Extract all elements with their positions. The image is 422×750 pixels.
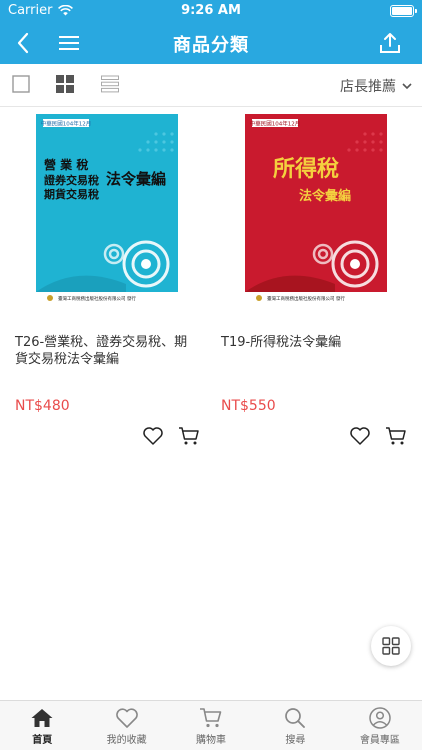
cart-icon	[179, 427, 199, 445]
nav-bar: 商品分類	[0, 22, 422, 64]
product-price: NT$550	[221, 398, 276, 414]
product-name[interactable]: T19-所得稅法令彙編	[221, 334, 406, 351]
tab-label: 搜尋	[285, 735, 306, 746]
cover-side-title: 法令彙編	[299, 188, 351, 204]
heart-icon	[115, 708, 138, 728]
battery-icon	[390, 5, 417, 17]
book-cover-image: 中華民國104年12月 營 業 稅 證券交易稅 期貨交易稅 法令彙編 臺灣工商稅…	[36, 114, 178, 304]
bottom-tab-bar: 首頁 我的收藏 購物車 搜尋 會員專區	[0, 700, 422, 750]
cover-line-2: 證券交易稅	[44, 173, 99, 187]
product-price: NT$480	[15, 398, 70, 414]
cart-icon	[200, 708, 222, 728]
tab-label: 會員專區	[359, 735, 400, 746]
product-name[interactable]: T26-營業稅、證券交易稅、期貨交易稅法令彙編	[15, 334, 200, 368]
add-to-cart-button[interactable]	[178, 426, 202, 450]
list-view-button[interactable]	[101, 75, 121, 95]
tab-label: 我的收藏	[106, 735, 147, 746]
chevron-down-icon	[402, 83, 412, 90]
sort-dropdown[interactable]: 店長推薦	[340, 76, 412, 96]
cover-date-tag: 中華民國104年12月	[41, 120, 92, 128]
tab-home[interactable]: 首頁	[0, 701, 84, 750]
home-icon	[31, 709, 53, 727]
tab-favorites[interactable]: 我的收藏	[84, 701, 168, 750]
cover-line-3: 期貨交易稅	[44, 187, 99, 201]
sort-label: 店長推薦	[340, 79, 396, 95]
view-toolbar: 店長推薦	[0, 64, 422, 107]
category-grid-button[interactable]	[371, 626, 411, 666]
cover-line-1: 所得稅	[273, 156, 339, 182]
select-checkbox[interactable]	[12, 75, 32, 95]
search-icon	[285, 708, 306, 728]
cart-icon	[386, 427, 406, 445]
list-view-icon	[101, 75, 119, 93]
share-icon	[380, 33, 400, 53]
grid-menu-icon	[382, 637, 400, 655]
tab-cart[interactable]: 購物車	[169, 701, 253, 750]
tab-label: 首頁	[32, 735, 53, 746]
favorite-button[interactable]	[142, 426, 166, 450]
product-cover[interactable]: 中華民國104年12月 所得稅 法令彙編 臺灣工商稅務出版社股份有限公司 發行	[245, 114, 387, 304]
cover-publisher: 臺灣工商稅務出版社股份有限公司 發行	[58, 295, 136, 302]
cover-line-1: 營 業 稅	[44, 157, 88, 172]
add-to-cart-button[interactable]	[385, 426, 409, 450]
status-bar: Carrier 9:26 AM	[0, 0, 422, 22]
grid-view-icon	[56, 75, 74, 93]
heart-icon	[143, 427, 163, 445]
cover-date-tag: 中華民國104年12月	[250, 120, 301, 128]
status-time: 9:26 AM	[181, 3, 241, 18]
cover-side-title: 法令彙編	[106, 170, 166, 188]
cover-publisher: 臺灣工商稅務出版社股份有限公司 發行	[267, 295, 345, 302]
favorite-button[interactable]	[349, 426, 373, 450]
share-button[interactable]	[375, 28, 405, 58]
page-title: 商品分類	[173, 35, 249, 56]
tab-member[interactable]: 會員專區	[338, 701, 422, 750]
user-icon	[369, 707, 391, 729]
book-cover-image: 中華民國104年12月 所得稅 法令彙編 臺灣工商稅務出版社股份有限公司 發行	[245, 114, 387, 304]
grid-view-button[interactable]	[56, 75, 76, 95]
tab-search[interactable]: 搜尋	[253, 701, 337, 750]
heart-icon	[350, 427, 370, 445]
tab-label: 購物車	[196, 735, 227, 746]
product-cover[interactable]: 中華民國104年12月 營 業 稅 證券交易稅 期貨交易稅 法令彙編 臺灣工商稅…	[36, 114, 178, 304]
